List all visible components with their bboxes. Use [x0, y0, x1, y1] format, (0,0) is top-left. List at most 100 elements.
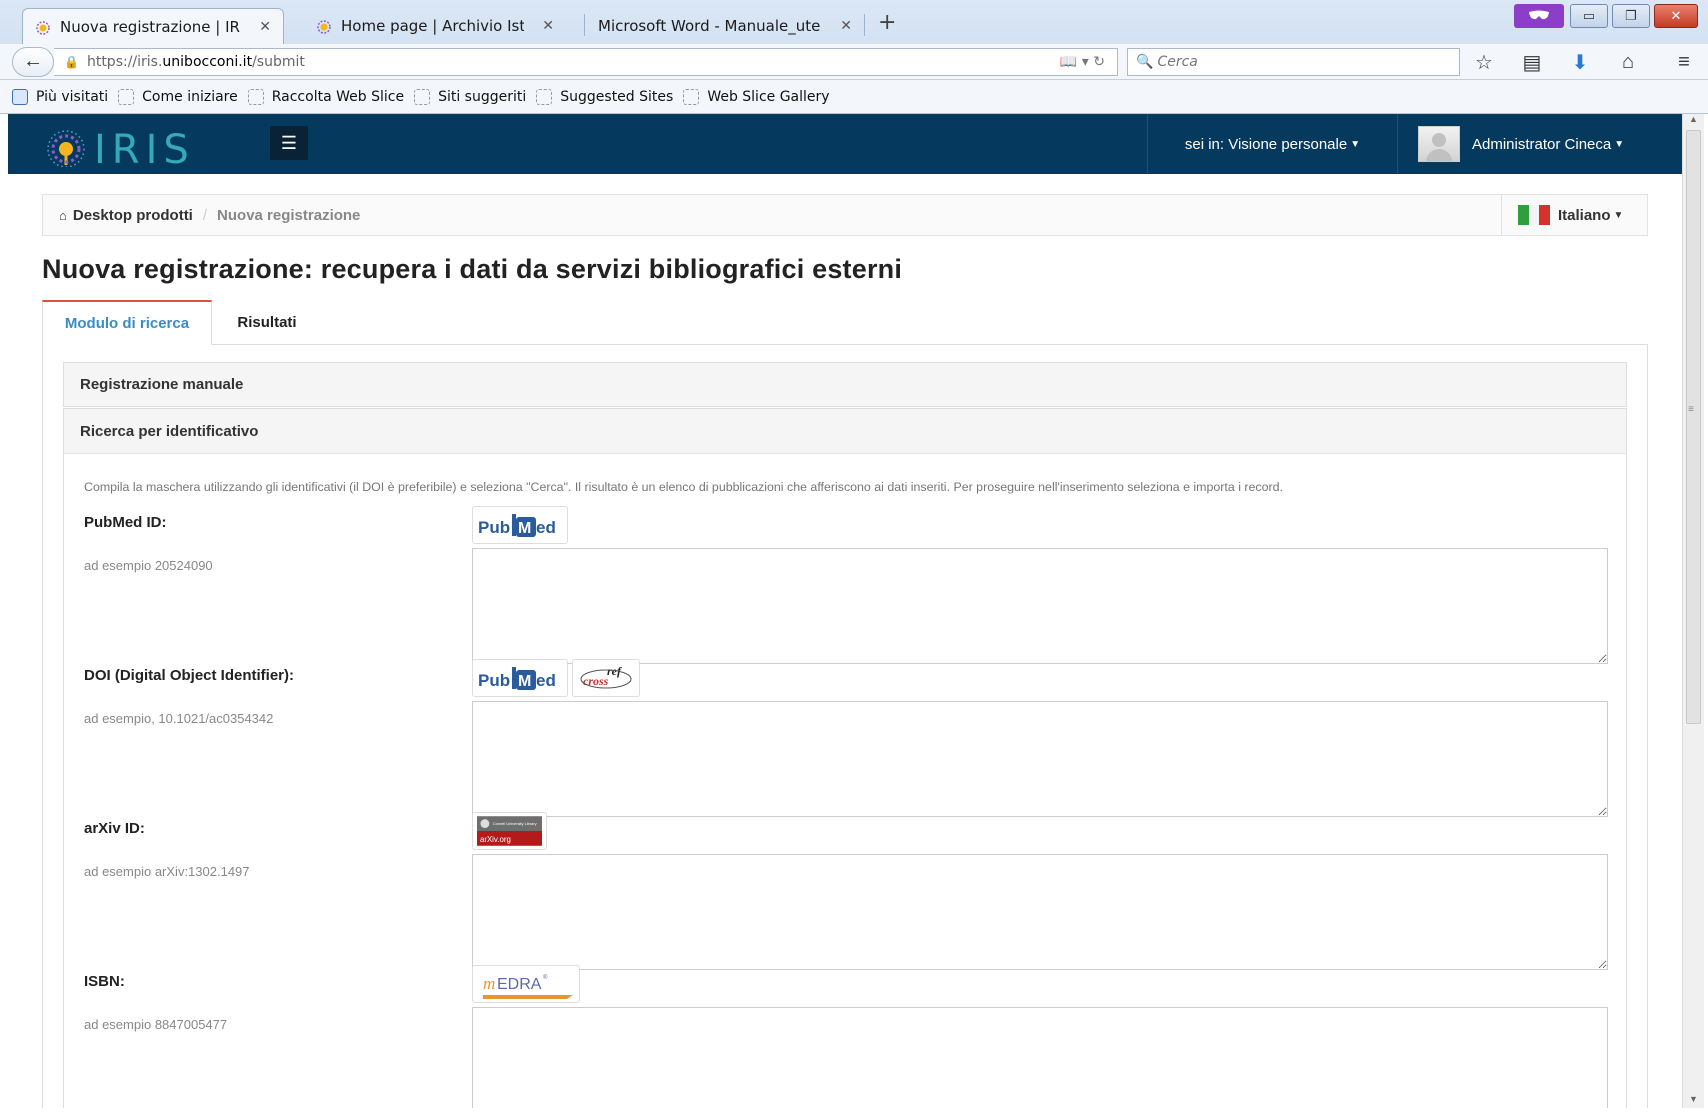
breadcrumb-home-link[interactable]: Desktop prodotti — [73, 207, 193, 224]
close-window-icon[interactable]: ✕ — [1654, 4, 1698, 28]
bookmark-page-icon — [247, 88, 264, 105]
window-controls: ▭ ❐ ✕ — [1570, 4, 1698, 28]
page-viewport: IRIS ☰ sei in: Visione personale ▼ Admini… — [8, 114, 1682, 1108]
breadcrumb-current: Nuova registrazione — [217, 206, 361, 224]
service-buttons: Cornell University Library arXiv.org — [472, 812, 547, 850]
hamburger-menu-icon[interactable]: ≡ — [1670, 51, 1698, 74]
browser-tab-iris[interactable]: Nuova registrazione | IRIS ... ✕ — [22, 8, 284, 44]
bookmark-siti-suggeriti[interactable]: Siti suggeriti — [414, 88, 526, 105]
reading-list-icon[interactable]: ▤ — [1518, 50, 1546, 75]
address-bar[interactable]: 🔒 https://iris. unibocconi.it/submit 📖 ▾ … — [54, 48, 1118, 76]
arxiv-logo-caption: arXiv.org — [480, 835, 511, 844]
isbn-textarea[interactable] — [472, 1007, 1608, 1108]
language-label: Italiano — [1558, 206, 1611, 224]
bookmark-raccolta-web-slice[interactable]: Raccolta Web Slice — [247, 88, 405, 105]
tab-separator — [864, 14, 865, 36]
service-buttons: m EDRA ® — [472, 965, 580, 1003]
user-dropdown[interactable]: Administrator Cineca ▼ — [1397, 114, 1677, 174]
arxiv-logo-icon: Cornell University Library arXiv.org — [477, 816, 542, 846]
iris-logo-mark-icon — [47, 130, 85, 168]
accordion-ricerca-per-identificativo[interactable]: Ricerca per identificativo — [63, 408, 1627, 453]
language-dropdown[interactable]: Italiano ▼ — [1501, 195, 1647, 235]
pubmed-id-textarea[interactable] — [472, 548, 1608, 664]
isbn-field-group: ISBN: ad esempio 8847005477 m EDRA ® — [84, 965, 1608, 1108]
scrollbar-thumb[interactable] — [1686, 130, 1701, 724]
bookmark-page-icon — [414, 88, 431, 105]
scroll-up-arrow-icon[interactable]: ▲ — [1683, 114, 1704, 128]
medra-logo-rest: EDRA — [497, 976, 542, 993]
minimize-window-icon[interactable]: ▭ — [1570, 4, 1608, 28]
url-prefix: https://iris. — [86, 54, 163, 70]
bookmark-suggested-sites[interactable]: Suggested Sites — [536, 88, 674, 105]
medra-service-button[interactable]: m EDRA ® — [472, 965, 580, 1003]
tab-panel: Registrazione manuale Ricerca per identi… — [42, 344, 1648, 1108]
download-icon[interactable]: ⬇ — [1566, 50, 1594, 75]
service-buttons: Pub M ed ref cross — [472, 659, 640, 697]
breadcrumb: ⌂ Desktop prodotti / Nuova registrazione… — [42, 194, 1648, 236]
page-scrollbar[interactable]: ▲ ≡ ▼ — [1682, 114, 1704, 1108]
context-label: sei in: Visione personale — [1184, 135, 1348, 153]
reload-icon[interactable]: ↻ — [1093, 54, 1105, 70]
home-icon[interactable]: ⌂ — [1614, 51, 1642, 74]
instructions-text: Compila la maschera utilizzando gli iden… — [84, 480, 1283, 494]
crossref-service-button[interactable]: ref cross — [572, 659, 640, 697]
restore-window-icon[interactable]: ❐ — [1612, 4, 1650, 28]
arxiv-field-group: arXiv ID: ad esempio arXiv:1302.1497 Cor… — [84, 812, 1608, 980]
bookmark-label: Più visitati — [36, 88, 109, 105]
avatar — [1418, 126, 1460, 162]
iris-logo[interactable]: IRIS — [42, 121, 202, 173]
caret-down-icon: ▼ — [1613, 209, 1624, 221]
dropdown-arrow-icon[interactable]: ▾ — [1082, 54, 1089, 70]
browser-tab-title: Microsoft Word - Manuale_ute... — [598, 17, 823, 35]
medra-logo-mark: ® — [543, 974, 548, 981]
back-arrow-icon[interactable]: ← — [12, 47, 54, 77]
medra-logo-m: m — [483, 974, 495, 993]
doi-field-group: DOI (Digital Object Identifier): ad esem… — [84, 659, 1608, 827]
bookmark-piu-visitati[interactable]: Più visitati — [12, 88, 109, 105]
close-tab-icon[interactable]: ✕ — [840, 18, 852, 34]
tab-risultati[interactable]: Risultati — [212, 300, 322, 345]
sidebar-toggle-icon[interactable]: ☰ — [270, 126, 308, 160]
browser-tab-word[interactable]: Microsoft Word - Manuale_ute... ✕ — [586, 8, 864, 44]
arxiv-service-button[interactable]: Cornell University Library arXiv.org — [472, 812, 547, 850]
page-title: Nuova registrazione: recupera i dati da … — [42, 254, 903, 284]
bookmark-label: Web Slice Gallery — [707, 88, 830, 105]
bookmark-web-slice-gallery[interactable]: Web Slice Gallery — [683, 88, 830, 105]
bookmark-come-iniziare[interactable]: Come iniziare — [118, 88, 238, 105]
star-icon[interactable]: ☆ — [1470, 50, 1498, 75]
iris-favicon-icon — [35, 19, 51, 35]
pubmed-logo-icon: Pub M ed — [478, 667, 556, 690]
browser-tab-title: Nuova registrazione | IRIS ... — [60, 17, 241, 36]
accordion-registrazione-manuale[interactable]: Registrazione manuale — [63, 362, 1627, 407]
browser-tab-bar: Nuova registrazione | IRIS ... ✕ Home pa… — [0, 0, 1708, 44]
doi-textarea[interactable] — [472, 701, 1608, 817]
new-tab-button[interactable]: + — [878, 10, 896, 35]
url-host: unibocconi.it — [162, 54, 253, 70]
bookmark-label: Raccolta Web Slice — [271, 88, 405, 105]
close-tab-icon[interactable]: ✕ — [542, 18, 554, 34]
browser-search-input[interactable]: 🔍 Cerca — [1127, 48, 1460, 76]
bookmark-label: Suggested Sites — [560, 88, 674, 105]
pubmed-field-group: PubMed ID: ad esempio 20524090 Pub M ed — [84, 506, 1608, 674]
scroll-down-arrow-icon[interactable]: ▼ — [1683, 1094, 1704, 1108]
pubmed-service-button[interactable]: Pub M ed — [472, 506, 568, 544]
medra-logo-icon: m EDRA ® — [483, 974, 573, 999]
breadcrumb-separator: / — [202, 206, 208, 224]
context-dropdown[interactable]: sei in: Visione personale ▼ — [1147, 114, 1397, 174]
close-tab-icon[interactable]: ✕ — [259, 19, 271, 35]
tab-modulo-di-ricerca[interactable]: Modulo di ricerca — [42, 300, 212, 345]
pubmed-logo-text-left: Pub — [478, 518, 510, 537]
browser-tab-archivio[interactable]: Home page | Archivio Istit... ✕ — [304, 8, 566, 44]
bookmark-folder-icon — [12, 88, 28, 105]
reader-view-icon[interactable]: 📖 — [1060, 54, 1077, 70]
identifier-search-panel: Compila la maschera utilizzando gli iden… — [63, 453, 1627, 1108]
scrollbar-grip-icon: ≡ — [1688, 404, 1694, 415]
arxiv-id-textarea[interactable] — [472, 854, 1608, 970]
search-placeholder: Cerca — [1157, 54, 1198, 70]
field-hint: ad esempio arXiv:1302.1497 — [84, 864, 250, 879]
navigation-bar: ← 🔒 https://iris. unibocconi.it/submit 📖 … — [0, 44, 1708, 80]
pubmed-service-button[interactable]: Pub M ed — [472, 659, 568, 697]
pubmed-logo-text-right: ed — [536, 518, 556, 537]
iris-logo-text: IRIS — [94, 127, 195, 167]
field-hint: ad esempio, 10.1021/ac0354342 — [84, 711, 274, 726]
